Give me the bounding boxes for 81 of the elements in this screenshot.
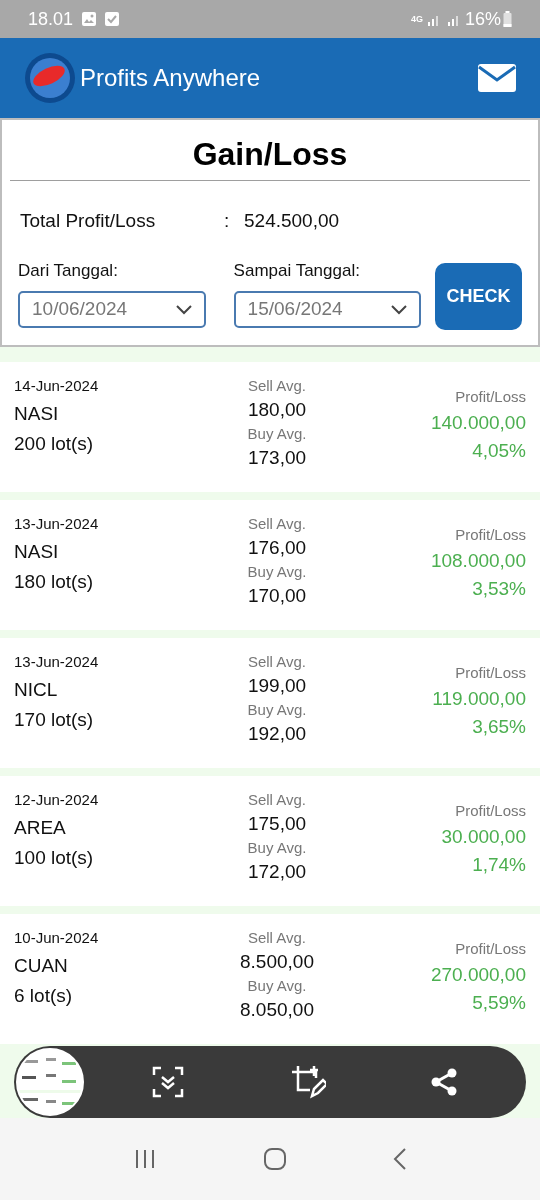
back-icon[interactable] [393, 1147, 407, 1171]
stock-code: AREA [14, 816, 67, 840]
profit-loss-percent: 3,53% [472, 577, 526, 601]
battery-icon [503, 11, 512, 27]
trade-row[interactable]: 10-Jun-2024 CUAN 6 lot(s) Sell Avg. 8.500,00 Buy Avg. 8.050,00 Profit/Loss 270.000,00 5,59% [0, 914, 540, 1044]
profit-loss-label: Profit/Loss [455, 939, 526, 959]
profit-loss-label: Profit/Loss [455, 801, 526, 821]
sell-avg-value: 180,00 [247, 398, 307, 422]
profit-loss-percent: 1,74% [472, 853, 526, 877]
stock-code: NASI [14, 402, 60, 426]
sell-avg-label: Sell Avg. [247, 790, 307, 810]
status-time: 18.01 [28, 7, 74, 31]
total-separator: : [224, 209, 231, 233]
from-label: Dari Tanggal: [18, 259, 119, 282]
share-icon[interactable] [430, 1068, 458, 1096]
trade-row[interactable]: 14-Jun-2024 NASI 200 lot(s) Sell Avg. 180,00 Buy Avg. 173,00 Profit/Loss 140.000,00 4,05% [0, 362, 540, 492]
stock-code: NASI [14, 540, 60, 564]
profit-loss-label: Profit/Loss [455, 663, 526, 683]
to-date-dropdown[interactable]: 15/06/2024 [233, 291, 422, 328]
sell-avg-label: Sell Avg. [247, 514, 307, 534]
buy-avg-value: 192,00 [247, 722, 307, 746]
stock-code: CUAN [14, 954, 69, 978]
profit-loss-label: Profit/Loss [455, 387, 526, 407]
mail-icon[interactable] [478, 64, 516, 92]
profit-loss-percent: 3,65% [472, 715, 526, 739]
profit-loss-value: 108.000,00 [430, 549, 526, 573]
profit-loss-value: 30.000,00 [441, 825, 526, 849]
profit-loss-value: 119.000,00 [432, 687, 526, 711]
to-label: Sampai Tanggal: [233, 259, 361, 282]
trade-row[interactable]: 12-Jun-2024 AREA 100 lot(s) Sell Avg. 175,00 Buy Avg. 172,00 Profit/Loss 30.000,00 1,74% [0, 776, 540, 906]
chevron-down-icon [391, 304, 408, 315]
check-button[interactable]: CHECK [435, 263, 522, 330]
profit-loss-percent: 5,59% [472, 991, 526, 1015]
trade-date: 13-Jun-2024 [14, 652, 100, 672]
trade-row[interactable]: 13-Jun-2024 NASI 180 lot(s) Sell Avg. 176,00 Buy Avg. 170,00 Profit/Loss 108.000,00 3,53% [0, 500, 540, 630]
buy-avg-value: 8.050,00 [240, 998, 314, 1022]
total-label: Total Profit/Loss [20, 209, 157, 233]
trade-row[interactable]: 13-Jun-2024 NICL 170 lot(s) Sell Avg. 199,00 Buy Avg. 192,00 Profit/Loss 119.000,00 3,65% [0, 638, 540, 768]
network-type: 4G [410, 14, 423, 24]
trade-date: 14-Jun-2024 [14, 376, 100, 396]
card-title: Gain/Loss [10, 120, 530, 181]
chevron-down-icon [175, 304, 192, 315]
app-title: Profits Anywhere [80, 63, 261, 93]
sell-avg-value: 175,00 [247, 812, 307, 836]
buy-avg-label: Buy Avg. [247, 976, 307, 996]
buy-avg-label: Buy Avg. [247, 424, 307, 444]
profit-loss-percent: 4,05% [472, 439, 526, 463]
battery-level: 16% [464, 7, 501, 31]
sell-avg-value: 8.500,00 [240, 950, 314, 974]
buy-avg-value: 173,00 [247, 446, 307, 470]
trade-date: 13-Jun-2024 [14, 514, 100, 534]
recent-apps-icon[interactable] [133, 1149, 157, 1169]
stock-code: NICL [14, 678, 59, 702]
buy-avg-label: Buy Avg. [247, 700, 307, 720]
total-value: 524.500,00 [244, 209, 340, 233]
lot-count: 6 lot(s) [14, 984, 74, 1008]
lot-count: 170 lot(s) [14, 708, 95, 732]
sell-avg-label: Sell Avg. [247, 652, 307, 672]
crop-edit-icon[interactable] [290, 1064, 326, 1100]
sell-avg-label: Sell Avg. [247, 928, 307, 948]
gallery-icon [81, 11, 98, 27]
lot-count: 200 lot(s) [14, 432, 95, 456]
buy-avg-value: 170,00 [247, 584, 307, 608]
buy-avg-label: Buy Avg. [247, 838, 307, 858]
lot-count: 100 lot(s) [14, 846, 95, 870]
buy-avg-label: Buy Avg. [247, 562, 307, 582]
profit-loss-value: 270.000,00 [430, 963, 526, 987]
trade-date: 10-Jun-2024 [14, 928, 100, 948]
buy-avg-value: 172,00 [247, 860, 307, 884]
sell-avg-value: 176,00 [247, 536, 307, 560]
from-date-dropdown[interactable]: 10/06/2024 [18, 291, 206, 328]
check-icon [105, 12, 120, 26]
trade-date: 12-Jun-2024 [14, 790, 100, 810]
profit-loss-label: Profit/Loss [455, 525, 526, 545]
lot-count: 180 lot(s) [14, 570, 95, 594]
logo-icon [24, 52, 76, 104]
sell-avg-label: Sell Avg. [247, 376, 307, 396]
sell-avg-value: 199,00 [247, 674, 307, 698]
home-icon[interactable] [263, 1147, 287, 1171]
scroll-capture-icon[interactable] [152, 1066, 184, 1098]
profit-loss-value: 140.000,00 [430, 411, 526, 435]
